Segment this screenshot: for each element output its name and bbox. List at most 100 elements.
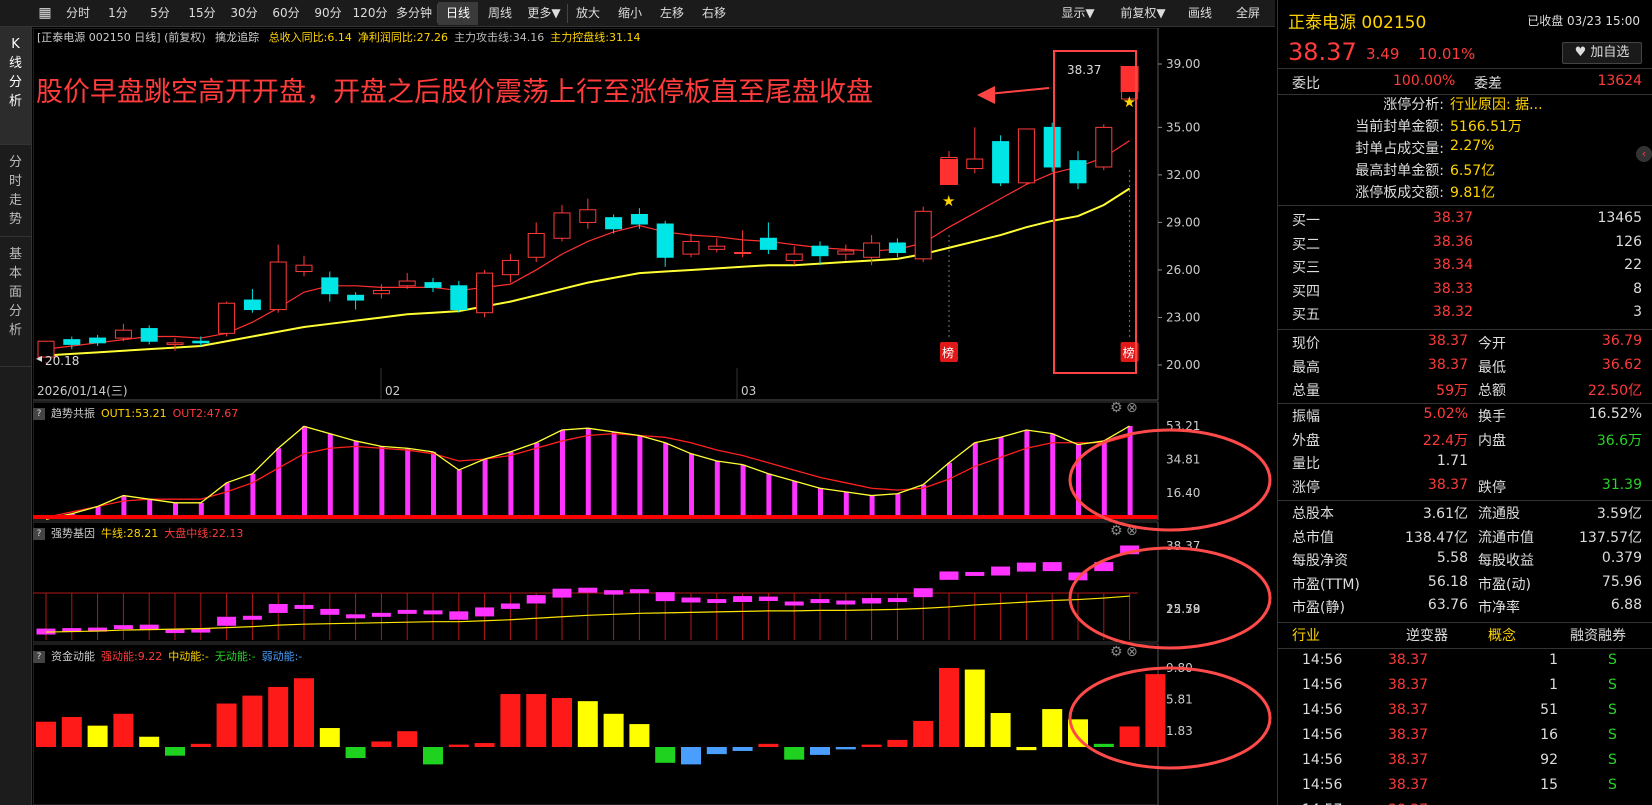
bid-volume: 8: [1633, 280, 1642, 297]
toolbar-right-btn-1[interactable]: 前复权▼: [1113, 2, 1173, 25]
side-tab-2[interactable]: 基本面分析: [0, 237, 31, 367]
toolbar-btn-9[interactable]: 日线: [438, 2, 478, 25]
panel2-name[interactable]: 强势基因: [51, 527, 95, 540]
energy-bar: [526, 694, 547, 747]
x-tick-label: 2026/01/14(三): [37, 384, 128, 398]
energy-bar: [371, 741, 392, 747]
panel3-y-label: 1.83: [1166, 724, 1193, 738]
y-tick-label: 23.00: [1166, 310, 1200, 324]
stat-value: 3.59亿: [1596, 506, 1642, 522]
divider: [1278, 403, 1652, 404]
candle-body: [63, 339, 81, 345]
add-watchlist-button[interactable]: ♥ 加自选: [1562, 42, 1642, 64]
indicator-name[interactable]: 擒龙追踪: [215, 31, 259, 44]
stat-value: 3.61亿: [1422, 506, 1468, 522]
strength-box: [294, 604, 314, 609]
stat-label: 市净率: [1478, 600, 1520, 616]
tick-price: 38.37: [1388, 752, 1429, 768]
side-tab-1[interactable]: 分时走势: [0, 145, 31, 237]
strength-box: [733, 596, 753, 603]
side-tab-0[interactable]: K线分析: [0, 27, 31, 145]
chart-area: 39.00 35.00 32.00 29.00 26.00 23.00 20.00 2026/…: [33, 28, 1275, 805]
toolbar-btn-3[interactable]: 15分: [182, 2, 222, 25]
tick-time: 14:56: [1302, 652, 1343, 668]
candle-body: [269, 261, 287, 311]
energy-bar: [629, 724, 650, 747]
toolbar-right-btn-0[interactable]: 显示▼: [1051, 2, 1105, 25]
toolbar-right-btn-3[interactable]: 全屏: [1228, 2, 1268, 25]
gear-icon[interactable]: ⚙: [1110, 400, 1123, 416]
panel1-name[interactable]: 趋势共振: [51, 407, 95, 420]
tag-2[interactable]: 概念: [1488, 625, 1516, 645]
candle-body: [398, 280, 416, 287]
strength-box: [346, 614, 366, 619]
toolbar-btn-5[interactable]: 60分: [266, 2, 306, 25]
energy-bar: [810, 747, 830, 755]
energy-bar: [706, 747, 727, 755]
toolbar-btn-15[interactable]: 右移: [694, 2, 734, 25]
indicator-value: 主力控盘线:31.14: [550, 31, 641, 44]
strength-box: [320, 608, 340, 615]
x-tick-label: 02: [385, 384, 400, 398]
close-icon[interactable]: ⊗: [1126, 400, 1138, 416]
energy-bar: [939, 667, 959, 747]
energy-bar: [242, 695, 263, 747]
collapse-arrow-icon[interactable]: ‹: [1636, 146, 1652, 162]
strength-box: [629, 589, 649, 594]
candle-body: [501, 259, 519, 276]
tag-3[interactable]: 融资融券: [1570, 625, 1626, 645]
strength-box: [862, 598, 882, 604]
gear-icon[interactable]: ⚙: [1110, 523, 1123, 539]
energy-bar: [500, 694, 521, 747]
toolbar-btn-10[interactable]: 周线: [480, 2, 520, 25]
trend-bar: [508, 451, 514, 515]
side-tab-label: 基本面分析: [8, 247, 22, 338]
tick-side: S: [1608, 727, 1617, 743]
toolbar-btn-2[interactable]: 5分: [140, 2, 180, 25]
candle-body: [888, 242, 906, 254]
tag-0[interactable]: 行业: [1292, 625, 1320, 645]
panel2-header: ? 强势基因 牛线:28.21 大盘中线:22.13: [33, 524, 249, 544]
menu-grid-icon[interactable]: ▦: [37, 2, 53, 25]
help-icon[interactable]: ?: [33, 408, 45, 420]
tick-price: 38.37: [1388, 652, 1429, 668]
stat-value: 63.76: [1427, 597, 1468, 613]
candle-body: [837, 250, 855, 255]
limit-info-value: 2.27%: [1450, 138, 1495, 154]
toolbar-btn-11[interactable]: 更多▼: [522, 2, 566, 25]
panel3-value: 弱动能:-: [261, 650, 303, 663]
candle-body: [372, 290, 390, 295]
toolbar-right-btn-2[interactable]: 画线: [1180, 2, 1220, 25]
strength-box: [165, 629, 185, 634]
trend-bar: [843, 491, 849, 515]
candle-body: [1043, 126, 1061, 168]
help-icon[interactable]: ?: [33, 651, 45, 663]
gear-icon[interactable]: ⚙: [1110, 644, 1123, 660]
toolbar-btn-12[interactable]: 放大: [568, 2, 608, 25]
trend-bar: [895, 493, 901, 515]
trend-bar: [224, 482, 230, 515]
panel3-name[interactable]: 资金动能: [51, 650, 95, 663]
toolbar-btn-8[interactable]: 多分钟: [392, 2, 436, 25]
bid-level-label: 买二: [1292, 236, 1320, 253]
candle-body: [759, 237, 777, 250]
trend-bar: [947, 462, 952, 515]
ma-fast-line: [45, 140, 1130, 350]
tag-1[interactable]: 逆变器: [1406, 625, 1448, 645]
toolbar-btn-14[interactable]: 左移: [652, 2, 692, 25]
stat-label: 总量: [1292, 383, 1320, 399]
divider: [1278, 648, 1652, 649]
help-icon[interactable]: ?: [33, 528, 45, 540]
stat-label: 最低: [1478, 359, 1506, 376]
price-change: 3.49: [1366, 45, 1400, 63]
energy-bar: [603, 713, 624, 747]
toolbar-btn-4[interactable]: 30分: [224, 2, 264, 25]
toolbar-btn-0[interactable]: 分时: [60, 2, 96, 25]
toolbar-btn-13[interactable]: 缩小: [610, 2, 650, 25]
toolbar-btn-7[interactable]: 120分: [350, 2, 390, 25]
energy-bar: [758, 743, 779, 747]
toolbar-btn-1[interactable]: 1分: [98, 2, 138, 25]
candle-body: [476, 272, 494, 314]
candle-body: [734, 252, 752, 255]
toolbar-btn-6[interactable]: 90分: [308, 2, 348, 25]
